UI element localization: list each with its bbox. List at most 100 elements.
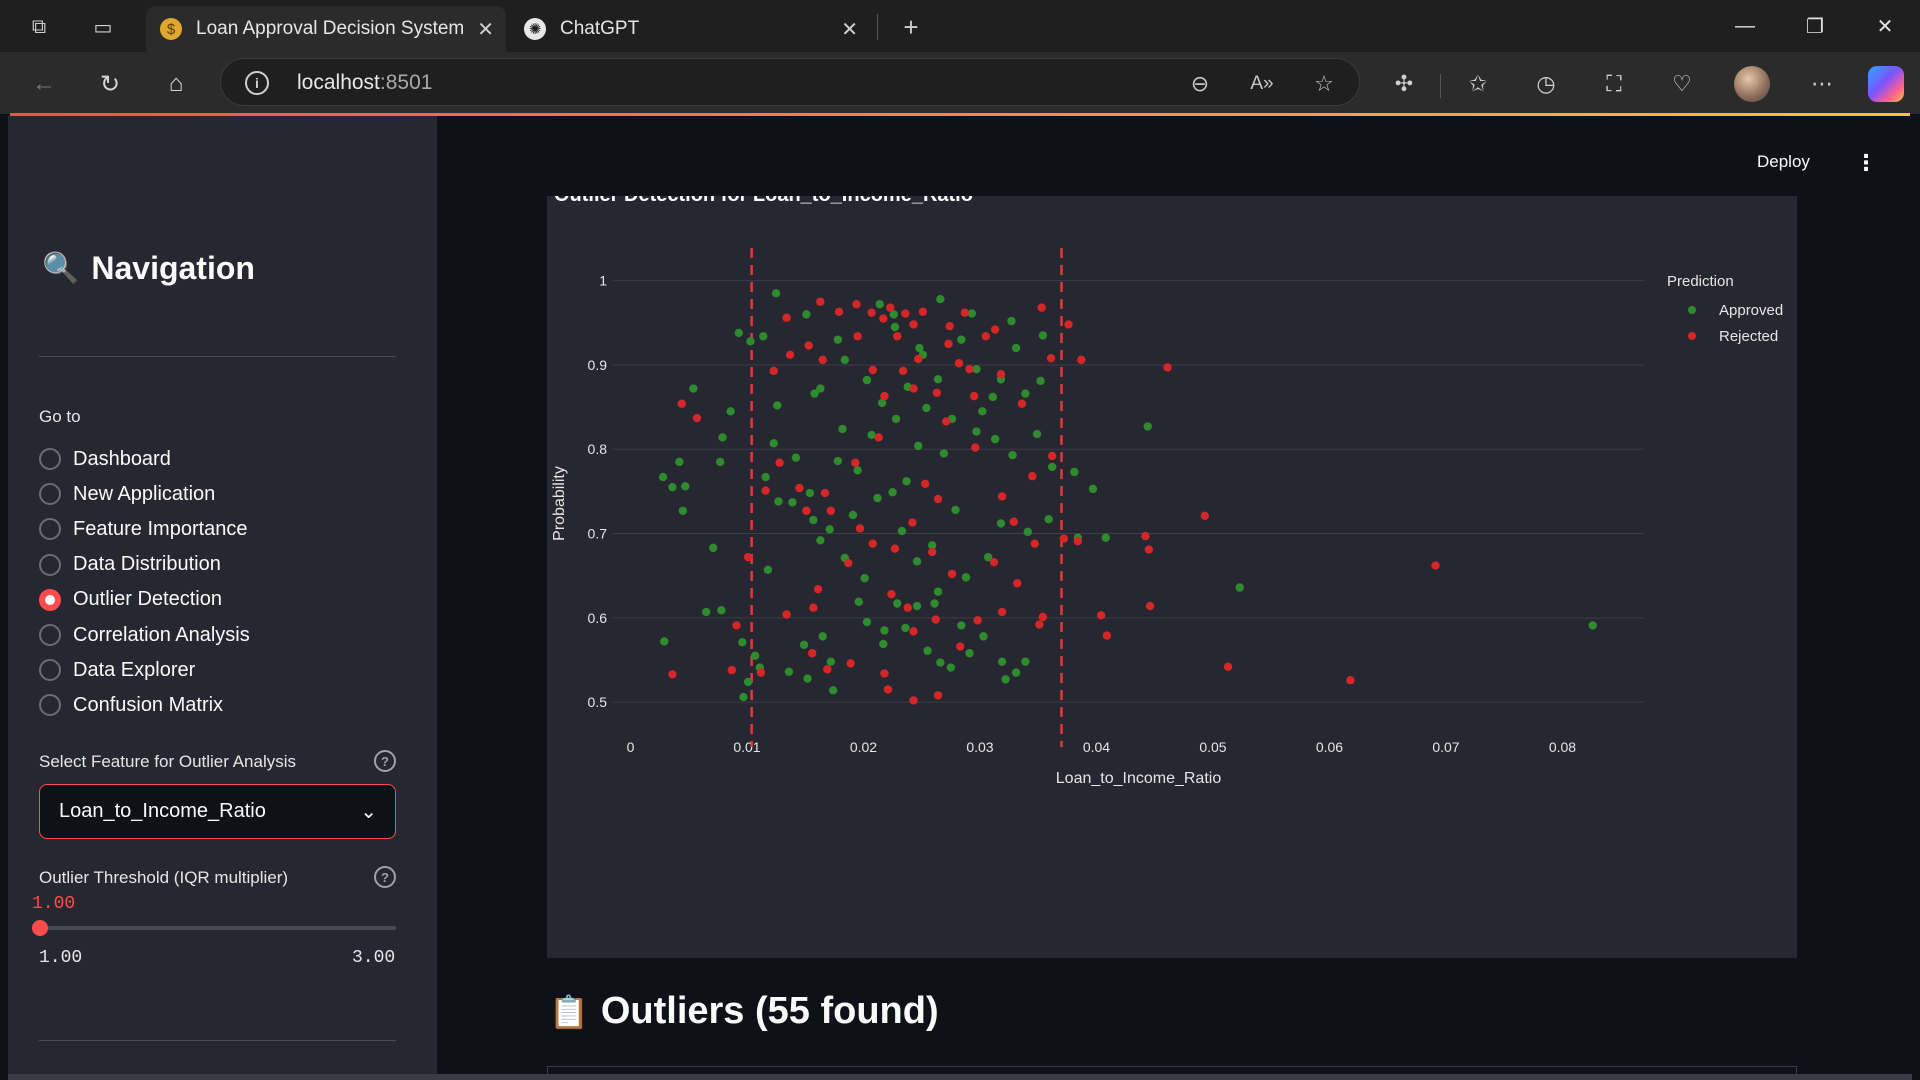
- radio-outlier-detection[interactable]: Outlier Detection: [39, 586, 222, 614]
- rejected-point: [761, 486, 770, 495]
- approved-point: [715, 457, 725, 467]
- approved-point: [997, 657, 1007, 666]
- approved-point: [809, 515, 818, 525]
- rejected-point: [1431, 561, 1440, 570]
- radio-unselected-icon[interactable]: [39, 518, 61, 541]
- approved-point: [922, 403, 931, 413]
- approved-point: [979, 632, 988, 641]
- deploy-button[interactable]: Deploy: [1757, 152, 1810, 172]
- history-icon[interactable]: ◷: [1528, 66, 1564, 102]
- tab-actions-icon[interactable]: ▭: [86, 10, 120, 44]
- radio-new-application[interactable]: New Application: [39, 480, 215, 508]
- profile-avatar[interactable]: [1734, 66, 1770, 102]
- browser-tab-strip: ⧉ ▭ $ Loan Approval Decision System ✕ ✺ …: [0, 0, 1920, 52]
- rejected-point: [823, 665, 832, 674]
- site-info-icon[interactable]: i: [245, 71, 269, 95]
- radio-unselected-icon[interactable]: [39, 694, 61, 717]
- approved-point: [860, 574, 869, 583]
- rejected-point: [1028, 472, 1037, 481]
- radio-selected-icon[interactable]: [39, 588, 61, 611]
- more-options-icon[interactable]: ⋯: [1804, 66, 1840, 102]
- main-menu-icon[interactable]: ⋮: [1855, 150, 1877, 176]
- sidebar-divider: [39, 356, 396, 357]
- address-bar[interactable]: i localhost:8501 ⊖ A» ☆: [220, 58, 1360, 106]
- rejected-point: [973, 616, 982, 625]
- y-tick-label: 0.9: [588, 357, 608, 373]
- threshold-slider-handle[interactable]: [32, 920, 48, 936]
- rejected-point: [1017, 399, 1027, 408]
- rejected-point: [908, 518, 917, 527]
- rejected-point: [903, 603, 912, 612]
- radio-dashboard[interactable]: Dashboard: [39, 445, 171, 473]
- browser-essentials-icon[interactable]: ♡: [1664, 66, 1700, 102]
- legend-label: Approved: [1719, 302, 1783, 319]
- feature-select[interactable]: Loan_to_Income_Ratio ⌄: [39, 784, 396, 839]
- rejected-point: [928, 547, 937, 557]
- slider-max-label: 3.00: [352, 948, 396, 968]
- radio-data-explorer[interactable]: Data Explorer: [39, 656, 195, 684]
- close-window-icon[interactable]: ✕: [1860, 8, 1910, 44]
- rejected-point: [933, 691, 943, 700]
- home-icon[interactable]: ⌂: [156, 64, 196, 104]
- url-text[interactable]: localhost:8501: [297, 71, 432, 95]
- approved-point: [996, 519, 1006, 528]
- approved-point: [990, 434, 1000, 444]
- rejected-point: [834, 307, 844, 317]
- extensions-icon[interactable]: ✣: [1386, 66, 1422, 102]
- rejected-point: [826, 506, 836, 515]
- favorites-icon[interactable]: ✩: [1460, 66, 1496, 102]
- sidebar-divider: [39, 1040, 396, 1041]
- approved-point: [893, 599, 902, 608]
- threshold-slider-track[interactable]: [39, 926, 396, 930]
- new-tab-icon[interactable]: +: [894, 10, 928, 44]
- favorite-star-icon[interactable]: ☆: [1309, 69, 1339, 99]
- screenshot-icon[interactable]: ⛶: [1596, 66, 1632, 102]
- radio-label: Dashboard: [73, 447, 171, 470]
- approved-point: [961, 573, 971, 582]
- help-icon[interactable]: ?: [374, 750, 396, 772]
- feature-select-value: Loan_to_Income_Ratio: [59, 800, 266, 822]
- radio-confusion-matrix[interactable]: Confusion Matrix: [39, 691, 223, 719]
- radio-unselected-icon[interactable]: [39, 553, 61, 576]
- tab-chatgpt[interactable]: ✺ ChatGPT ✕: [510, 6, 870, 52]
- radio-unselected-icon[interactable]: [39, 483, 61, 506]
- approved-point: [923, 646, 932, 655]
- zoom-out-icon[interactable]: ⊖: [1185, 69, 1215, 99]
- outlier-scatter-plot[interactable]: Outlier Detection for Loan_to_Income_Rat…: [547, 196, 1797, 958]
- rejected-point: [818, 355, 827, 365]
- approved-point: [978, 407, 987, 416]
- rejected-point: [954, 359, 964, 368]
- radio-unselected-icon[interactable]: [39, 448, 61, 470]
- radio-label: Outlier Detection: [73, 588, 222, 611]
- outliers-heading-text: Outliers (55 found): [600, 990, 939, 1032]
- close-tab-icon[interactable]: ✕: [477, 17, 494, 42]
- legend-label: Rejected: [1719, 328, 1778, 345]
- rejected-point: [879, 314, 888, 323]
- back-icon[interactable]: ←: [24, 64, 64, 104]
- approved-point: [1007, 316, 1016, 326]
- close-tab-icon[interactable]: ✕: [841, 17, 858, 42]
- radio-correlation-analysis[interactable]: Correlation Analysis: [39, 621, 250, 649]
- x-tick-label: 0.02: [850, 739, 877, 755]
- minimize-icon[interactable]: —: [1720, 8, 1770, 44]
- rejected-point: [933, 494, 943, 504]
- approved-point: [853, 466, 862, 475]
- radio-unselected-icon[interactable]: [39, 624, 61, 646]
- read-aloud-icon[interactable]: A»: [1247, 69, 1277, 99]
- tab-loan-approval[interactable]: $ Loan Approval Decision System ✕: [146, 6, 506, 52]
- approved-point: [854, 597, 864, 607]
- radio-unselected-icon[interactable]: [39, 659, 61, 682]
- help-icon[interactable]: ?: [374, 866, 396, 888]
- radio-data-distribution[interactable]: Data Distribution: [39, 551, 221, 579]
- tab-title: ChatGPT: [560, 18, 640, 39]
- rejected-point: [944, 339, 953, 349]
- horizontal-scrollbar[interactable]: [8, 1074, 1912, 1080]
- radio-feature-importance[interactable]: Feature Importance: [39, 515, 248, 543]
- approved-point: [774, 497, 783, 506]
- rejected-point: [868, 365, 877, 375]
- restore-icon[interactable]: ❐: [1790, 8, 1840, 44]
- workspaces-icon[interactable]: ⧉: [22, 10, 56, 44]
- reload-icon[interactable]: ↻: [90, 64, 130, 104]
- approved-point: [773, 401, 782, 410]
- copilot-icon[interactable]: [1868, 66, 1904, 102]
